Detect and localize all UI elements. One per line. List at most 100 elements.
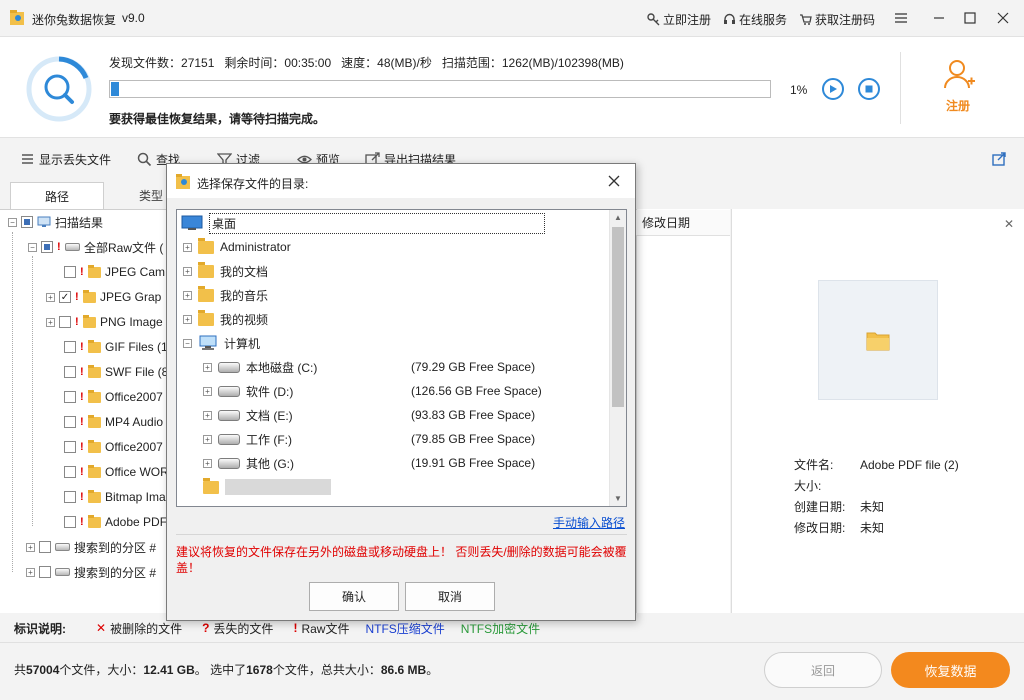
tree-checkbox[interactable] [64,516,76,528]
tree-item[interactable]: + ✓! JPEG Grap [46,287,161,307]
scrollbar-thumb[interactable] [612,227,624,407]
selected-size: 86.6 MB [380,663,427,677]
tree-videos[interactable]: + 我的视频 [183,308,268,330]
folder-tree[interactable]: 桌面 + Administrator + 我的文档 + 我的音乐 + 我的视频 − 计算… [176,209,627,507]
folder-icon [866,332,890,351]
tree-checkbox[interactable] [41,241,53,253]
expand-toggle[interactable]: + [203,434,212,444]
expand-toggle[interactable]: + [203,362,212,372]
summary-text: 。 [426,663,439,677]
maximize-button[interactable] [957,6,983,30]
selected-files-count: 1678 [246,663,273,677]
scan-progress-bar [109,80,771,98]
tree-item[interactable]: ! Adobe PDF [64,512,167,532]
stop-button[interactable] [858,78,880,100]
confirm-button[interactable]: 确认 [309,582,399,611]
tree-drive-e[interactable]: + 文档 (E:) [203,404,293,426]
tree-drive-c[interactable]: + 本地磁盘 (C:) [203,356,317,378]
expand-toggle[interactable]: + [203,386,212,396]
expand-toggle[interactable]: + [26,542,35,552]
modified-date-label: 修改日期: [794,521,846,535]
tree-checkbox[interactable] [64,341,76,353]
close-icon [608,175,620,187]
cancel-button[interactable]: 取消 [405,582,495,611]
tree-checkbox[interactable] [21,216,33,228]
recover-data-button[interactable]: 恢复数据 [891,652,1010,688]
tree-item[interactable]: ! Office2007 [64,437,163,457]
tree-desktop[interactable]: 桌面 [181,212,545,234]
minimize-button[interactable] [926,6,952,30]
online-service-link[interactable]: 在线服务 [723,11,787,28]
tree-drive-g[interactable]: + 其他 (G:) [203,452,294,474]
tree-checkbox[interactable] [64,491,76,503]
drive-name: 本地磁盘 (C:) [246,360,318,375]
expand-toggle[interactable]: + [183,266,192,276]
tree-item[interactable]: ! Bitmap Ima [64,487,166,507]
share-button[interactable] [992,151,1007,166]
scroll-down-icon[interactable]: ▼ [614,494,622,503]
manual-path-link[interactable]: 手动输入路径 [553,514,625,531]
tree-checkbox[interactable]: ✓ [59,291,71,303]
tree-item-label: PNG Image [100,315,163,329]
tree-item[interactable]: ! GIF Files (1 [64,337,168,357]
tree-item[interactable]: +! PNG Image [46,312,163,332]
tree-administrator[interactable]: + Administrator [183,236,291,258]
dialog-close-button[interactable] [603,170,625,192]
column-header-modified[interactable]: 修改日期 [636,210,730,236]
drive-icon [218,385,240,397]
expand-toggle[interactable]: + [46,317,55,327]
expand-toggle[interactable]: + [203,458,212,468]
preview-close-icon[interactable]: ✕ [1004,217,1014,231]
collapse-toggle[interactable]: − [8,217,17,227]
tree-checkbox[interactable] [59,316,71,328]
tree-drive-d[interactable]: + 软件 (D:) [203,380,293,402]
collapse-toggle[interactable]: − [28,242,37,252]
tree-checkbox[interactable] [39,541,51,553]
drive-icon [218,433,240,445]
tree-item[interactable]: ! SWF File (8 [64,362,168,382]
expand-toggle[interactable]: + [183,314,192,324]
tree-item[interactable]: ! MP4 Audio [64,412,163,432]
expand-toggle[interactable]: + [183,242,192,252]
tree-checkbox[interactable] [39,566,51,578]
tree-documents[interactable]: + 我的文档 [183,260,268,282]
close-icon [997,12,1009,24]
tree-checkbox[interactable] [64,441,76,453]
tree-item[interactable]: ! Office WOR [64,462,168,482]
expand-toggle[interactable]: + [203,410,212,420]
tree-partition[interactable]: + 搜索到的分区 # [26,537,156,557]
tab-path[interactable]: 路径 [10,182,104,210]
tree-root[interactable]: − 扫描结果 [8,212,103,232]
tree-checkbox[interactable] [64,266,76,278]
collapse-toggle[interactable]: − [183,338,192,348]
tree-partition[interactable]: + 搜索到的分区 # [26,562,156,582]
expand-toggle[interactable]: + [183,290,192,300]
tree-raw-files[interactable]: − ! 全部Raw文件 ( [28,237,163,257]
tree-checkbox[interactable] [64,466,76,478]
register-button[interactable]: 注册 [930,57,986,114]
summary-text: 共 [14,663,27,677]
speed-value: 48(MB)/秒 [377,56,432,70]
scroll-up-icon[interactable]: ▲ [614,213,622,222]
tree-item[interactable]: ! JPEG Cam [64,262,165,282]
expand-toggle[interactable]: + [26,567,35,577]
tree-item[interactable]: ! Office2007 [64,387,163,407]
show-lost-files-button[interactable]: 显示丢失文件 [20,151,111,168]
close-button[interactable] [990,6,1016,30]
back-button[interactable]: 返回 [764,652,882,688]
folder-icon [88,364,101,378]
expand-toggle[interactable]: + [46,292,55,302]
tree-music[interactable]: + 我的音乐 [183,284,268,306]
folder-tree-scrollbar[interactable]: ▲ ▼ [609,210,626,506]
get-code-link[interactable]: 获取注册码 [799,11,875,28]
tree-computer[interactable]: − 计算机 [183,332,260,354]
tree-checkbox[interactable] [64,366,76,378]
tree-checkbox[interactable] [64,416,76,428]
play-button[interactable] [822,78,844,100]
tree-drive-f[interactable]: + 工作 (F:) [203,428,292,450]
menu-button[interactable] [888,6,914,30]
tree-checkbox[interactable] [64,391,76,403]
show-lost-files-label: 显示丢失文件 [39,153,112,167]
register-link[interactable]: 立即注册 [647,11,711,28]
tree-item-blurred[interactable] [203,476,331,498]
